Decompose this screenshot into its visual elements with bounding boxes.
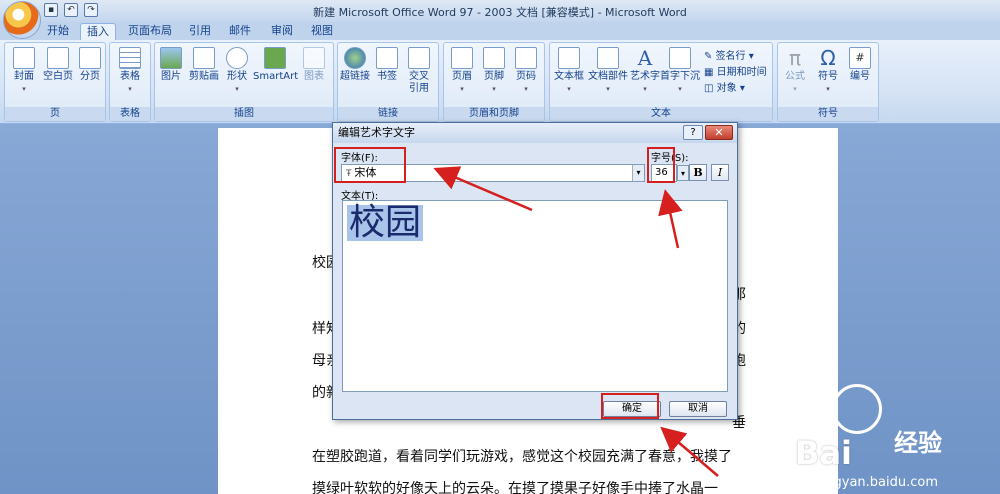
page-break-icon [79, 47, 101, 69]
pi-icon: π [788, 46, 802, 70]
group-label-table: 表格 [110, 107, 150, 121]
group-label-symbols: 符号 [778, 107, 878, 121]
cancel-button[interactable]: 取消 [669, 401, 727, 417]
close-button[interactable]: ✕ [705, 125, 733, 140]
object-button[interactable]: ◫ 对象 ▾ [704, 79, 745, 94]
quick-parts-icon [597, 47, 619, 69]
group-links: 超链接 书签 交叉 引用 链接 [337, 42, 439, 122]
font-dropdown-arrow-icon[interactable]: ▾ [632, 165, 644, 181]
help-button[interactable]: ? [683, 125, 703, 140]
tab-home[interactable]: 开始 [40, 23, 76, 40]
symbol-button[interactable]: Ω 符号 ▾ [814, 47, 842, 95]
watermark-brand: Bai [795, 434, 852, 472]
doc-line-8: 在塑胶跑道，看着同学们玩游戏，感觉这个校园充满了春意，我摸了 [312, 449, 732, 465]
smartart-button[interactable]: SmartArt [253, 47, 298, 83]
group-table: 表格 ▾ 表格 [109, 42, 151, 122]
tab-mailings[interactable]: 邮件 [224, 23, 256, 40]
globe-icon [344, 47, 366, 69]
calendar-icon: ▦ [704, 67, 717, 78]
clipart-button[interactable]: 剪贴画 [187, 47, 221, 83]
bookmark-button[interactable]: 书签 [374, 47, 400, 83]
cross-reference-icon [408, 47, 430, 69]
wordart-icon: A [637, 46, 653, 70]
group-symbols: π 公式 ▾ Ω 符号 ▾ # 编号 符号 [777, 42, 879, 122]
wordart-text-value: 校园 [347, 202, 424, 243]
ribbon: 封面 ▾ 空白页 分页 页 表格 ▾ 表格 图片 剪贴画 形状 ▾ SmartA… [0, 40, 1000, 124]
tab-page-layout[interactable]: 页面布局 [124, 23, 176, 40]
wordart-button[interactable]: A 艺术字 ▾ [630, 47, 660, 95]
wordart-text-area[interactable]: 校园 [342, 200, 728, 392]
group-label-header-footer: 页眉和页脚 [444, 107, 544, 121]
cross-reference-button[interactable]: 交叉 引用 [404, 47, 434, 95]
cover-button[interactable]: 封面 ▾ [9, 47, 39, 95]
size-dropdown-arrow-icon[interactable]: ▾ [677, 165, 689, 181]
smartart-icon [264, 47, 286, 69]
blank-page-button[interactable]: 空白页 [41, 47, 75, 83]
blank-page-icon [47, 47, 69, 69]
hyperlink-button[interactable]: 超链接 [340, 47, 370, 83]
dropcap-button[interactable]: 首字下沉 ▾ [660, 47, 700, 95]
shapes-button[interactable]: 形状 ▾ [223, 47, 251, 95]
highlight-font-box [334, 147, 406, 183]
omega-icon: Ω [820, 46, 836, 70]
header-button[interactable]: 页眉 ▾ [448, 47, 476, 95]
signature-line-button[interactable]: ✎ 签名行 ▾ [704, 47, 754, 62]
bookmark-icon [376, 47, 398, 69]
dialog-title: 编辑艺术字文字 [333, 123, 737, 143]
group-label-page: 页 [5, 107, 105, 121]
quick-parts-button[interactable]: 文档部件 ▾ [588, 47, 628, 95]
group-label-illustrations: 插图 [155, 107, 333, 121]
datetime-button[interactable]: ▦ 日期和时间 [704, 63, 767, 78]
group-label-text: 文本 [550, 107, 772, 121]
ribbon-tabs: 开始 插入 页面布局 引用 邮件 审阅 视图 [0, 22, 1000, 40]
table-icon [119, 47, 141, 69]
tab-review[interactable]: 审阅 [264, 23, 300, 40]
watermark-brand-cn: 经验 [894, 429, 942, 457]
equation-button[interactable]: π 公式 ▾ [780, 47, 810, 95]
shapes-icon [226, 47, 248, 69]
object-icon: ◫ [704, 83, 717, 94]
number-icon: # [849, 47, 871, 69]
tab-insert[interactable]: 插入 [80, 23, 116, 40]
office-button[interactable] [3, 1, 41, 39]
group-header-footer: 页眉 ▾ 页脚 ▾ 页码 ▾ 页眉和页脚 [443, 42, 545, 122]
bold-button[interactable]: B [689, 164, 707, 181]
footer-icon [483, 47, 505, 69]
italic-button[interactable]: I [711, 164, 729, 181]
number-button[interactable]: # 编号 [846, 47, 874, 83]
highlight-size-box [647, 147, 675, 183]
header-icon [451, 47, 473, 69]
page-number-icon [515, 47, 537, 69]
cover-icon [13, 47, 35, 69]
signature-icon: ✎ [704, 51, 716, 62]
baidu-paw-icon [832, 384, 882, 434]
tab-references[interactable]: 引用 [184, 23, 216, 40]
textbox-button[interactable]: 文本框 ▾ [552, 47, 586, 95]
highlight-ok-box [601, 393, 659, 419]
footer-button[interactable]: 页脚 ▾ [480, 47, 508, 95]
page-number-button[interactable]: 页码 ▾ [512, 47, 540, 95]
group-label-links: 链接 [338, 107, 438, 121]
textbox-icon [558, 47, 580, 69]
table-button[interactable]: 表格 ▾ [115, 47, 145, 95]
watermark-url: jingyan.baidu.com [818, 475, 938, 490]
window-title: 新建 Microsoft Office Word 97 - 2003 文档 [兼… [313, 6, 687, 19]
clipart-icon [193, 47, 215, 69]
group-page: 封面 ▾ 空白页 分页 页 [4, 42, 106, 122]
chart-icon [303, 47, 325, 69]
picture-button[interactable]: 图片 [157, 47, 185, 83]
tab-view[interactable]: 视图 [306, 23, 338, 40]
dropcap-icon [669, 47, 691, 69]
doc-line-9: 摸绿叶软软的好像天上的云朵。在摸了摸果子好像手中捧了水晶一 [312, 481, 718, 494]
page-break-button[interactable]: 分页 [77, 47, 103, 83]
picture-icon [160, 47, 182, 69]
chart-button[interactable]: 图表 [299, 47, 329, 83]
group-illustrations: 图片 剪贴画 形状 ▾ SmartArt 图表 插图 [154, 42, 334, 122]
title-bar: ▪ ↶ ↷ 新建 Microsoft Office Word 97 - 2003… [0, 0, 1000, 22]
group-text: 文本框 ▾ 文档部件 ▾ A 艺术字 ▾ 首字下沉 ▾ ✎ 签名行 ▾ ▦ 日期和时间 … [549, 42, 773, 122]
